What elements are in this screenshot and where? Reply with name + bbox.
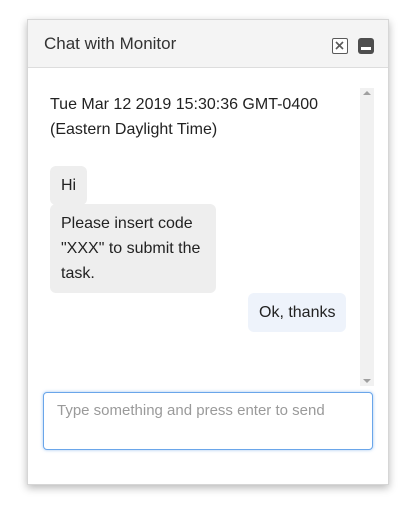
message-timestamp: Tue Mar 12 2019 15:30:36 GMT-0400 (Easte… — [50, 96, 319, 138]
outgoing-message: Ok, thanks — [248, 293, 347, 332]
chat-window: Chat with Monitor Tue Mar 12 2019 15:30:… — [27, 19, 389, 485]
close-icon[interactable] — [332, 38, 348, 54]
message-input[interactable] — [43, 392, 373, 450]
chat-title: Chat with Monitor — [44, 34, 177, 53]
message-list: Tue Mar 12 2019 15:30:36 GMT-0400 (Easte… — [28, 68, 388, 386]
chat-header: Chat with Monitor — [28, 20, 388, 68]
incoming-message: Hi — [50, 166, 88, 205]
incoming-message: Please insert code "XXX" to submit the t… — [50, 204, 216, 293]
message-scrollbar[interactable] — [360, 88, 374, 386]
minimize-bar — [361, 47, 371, 50]
minimize-icon[interactable] — [358, 38, 374, 54]
close-x-glyph — [335, 41, 344, 50]
scroll-down-icon[interactable] — [363, 379, 371, 383]
scroll-up-icon[interactable] — [363, 91, 371, 95]
